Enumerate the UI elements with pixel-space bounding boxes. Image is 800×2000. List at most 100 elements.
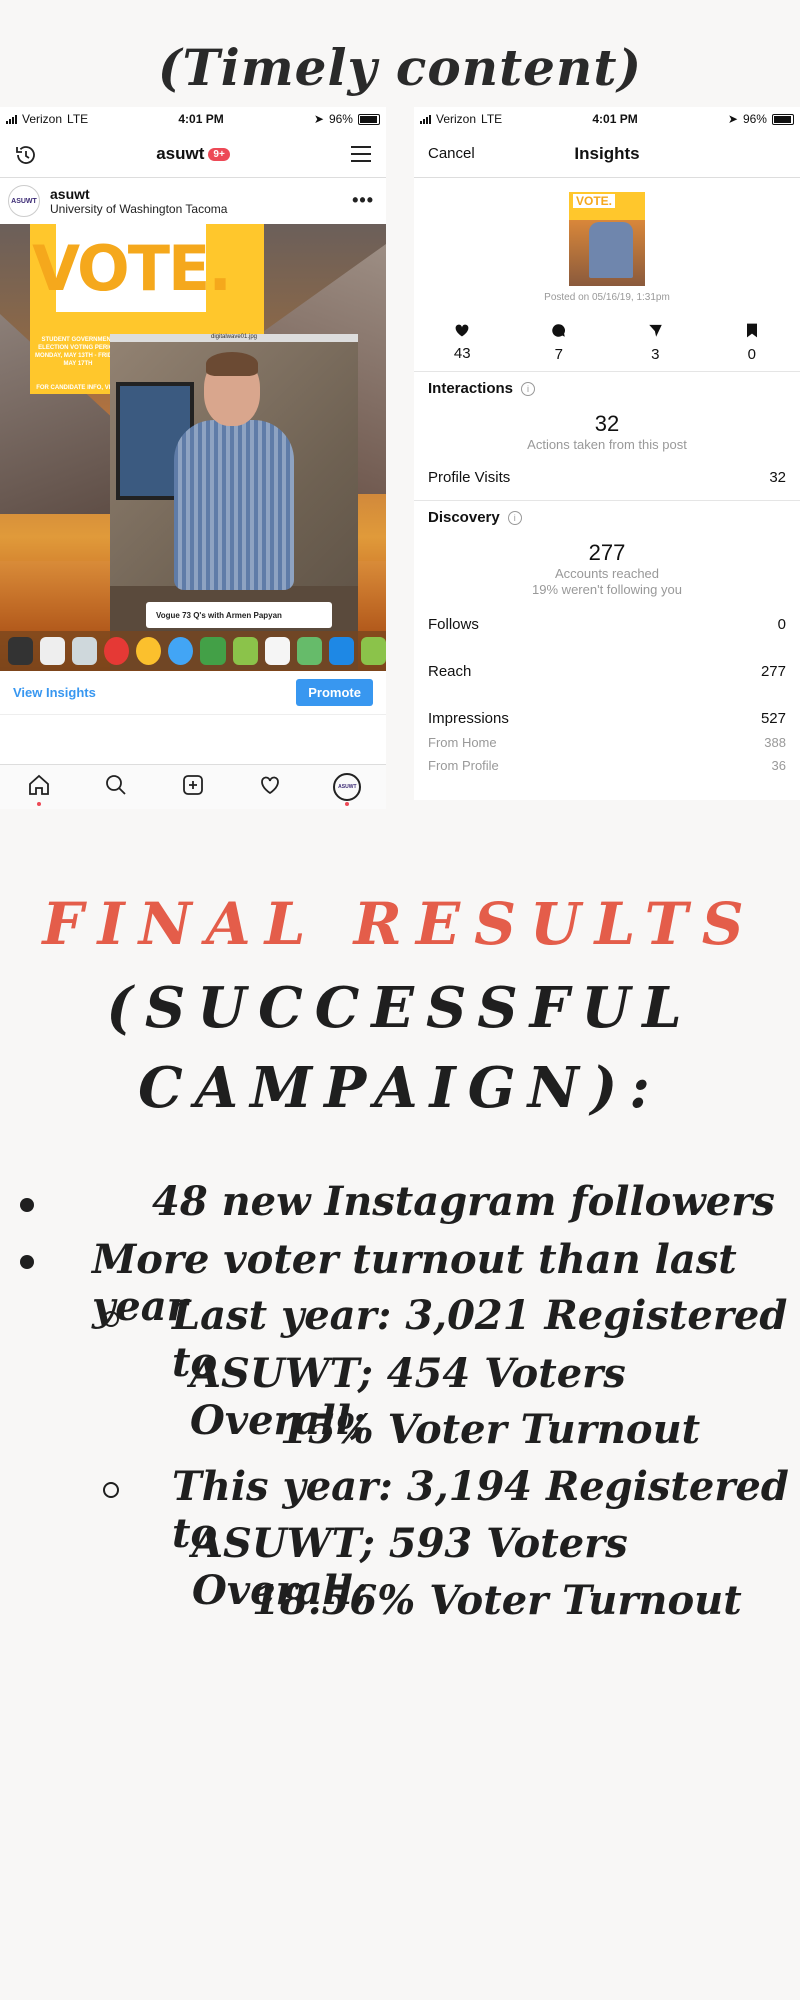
profile-visits-row: Profile Visits 32 xyxy=(428,469,786,486)
home-icon xyxy=(27,773,51,802)
thumbnail-person xyxy=(589,222,633,278)
sub-bullet-circle xyxy=(103,1482,119,1498)
dock-app-icon xyxy=(72,637,98,665)
discovery-heading: Discovery i xyxy=(428,509,786,526)
post-username[interactable]: asuwt xyxy=(50,186,227,202)
reach-value: 277 xyxy=(760,663,786,680)
status-bar: Verizon LTE 4:01 PM ➤ 96% xyxy=(414,107,800,131)
impressions-value: 527 xyxy=(760,710,786,727)
video-window: digitalwave01.jpg Vogue 73 Q's with Arme… xyxy=(110,334,358,670)
profile-visits-value: 32 xyxy=(769,469,786,486)
discovery-title: Discovery xyxy=(428,509,500,526)
reach-label: Reach xyxy=(428,663,472,680)
person-hair xyxy=(206,352,258,376)
shares-count: 3 xyxy=(651,346,660,363)
tab-bar: ASUWT xyxy=(0,764,386,809)
clock: 4:01 PM xyxy=(178,112,224,126)
subtitle-line-2: CAMPAIGN): xyxy=(138,1055,662,1121)
profile-visits-label: Profile Visits xyxy=(428,469,511,486)
reach-row: Reach 277 xyxy=(428,663,786,680)
video-filename: digitalwave01.jpg xyxy=(210,334,258,340)
info-icon[interactable]: i xyxy=(507,510,522,525)
thumbnail-headline: VOTE. xyxy=(573,194,616,208)
person-figure xyxy=(168,352,298,590)
tab-search[interactable] xyxy=(96,772,136,802)
view-insights-link[interactable]: View Insights xyxy=(13,685,96,700)
send-icon xyxy=(648,324,663,342)
network: LTE xyxy=(67,112,89,126)
tab-home[interactable] xyxy=(19,772,59,806)
bullet-followers: 48 new Instagram followers xyxy=(152,1178,775,1225)
activity-dot xyxy=(36,802,41,806)
impressions-row: Impressions 527 xyxy=(428,710,786,727)
video-search-bar: Vogue 73 Q's with Armen Papyan xyxy=(146,602,332,628)
saves-count: 0 xyxy=(747,346,756,363)
posted-date: Posted on 05/16/19, 1:31pm xyxy=(544,292,670,303)
location-icon: ➤ xyxy=(313,112,324,126)
menu-icon[interactable] xyxy=(350,145,372,168)
this-year-line-3: 18.56% Voter Turnout xyxy=(252,1577,742,1624)
interactions-heading: Interactions i xyxy=(428,380,786,397)
from-profile-label: From Profile xyxy=(428,758,499,773)
bookmark-icon xyxy=(746,323,758,342)
more-options-icon[interactable]: ••• xyxy=(352,190,374,211)
dock-app-icon xyxy=(200,637,226,665)
tab-activity[interactable] xyxy=(250,772,290,802)
vote-bubble: VOTE. xyxy=(32,224,232,312)
not-following-caption: 19% weren't following you xyxy=(532,582,682,597)
from-profile-value: 36 xyxy=(771,758,786,773)
dock-app-icon xyxy=(264,637,290,665)
sub-bullet-circle xyxy=(103,1311,119,1327)
follows-value: 0 xyxy=(777,616,786,633)
promote-button[interactable]: Promote xyxy=(296,679,373,706)
interactions-count: 32 xyxy=(594,411,620,436)
follows-row: Follows 0 xyxy=(428,616,786,633)
carrier: Verizon xyxy=(436,112,477,126)
nav-bar: Cancel Insights xyxy=(414,131,800,178)
profile-title: asuwt 9+ xyxy=(156,144,230,164)
dock-app-icon xyxy=(136,637,162,665)
signal-icon xyxy=(6,114,17,124)
insights-screen: Verizon LTE 4:01 PM ➤ 96% Cancel Insight… xyxy=(414,107,800,800)
stat-shares: 3 xyxy=(625,323,685,363)
post-thumbnail[interactable]: VOTE. xyxy=(569,192,645,286)
add-post-icon xyxy=(181,773,205,802)
battery-icon xyxy=(771,113,794,125)
stat-comments: 7 xyxy=(529,323,589,363)
carrier: Verizon xyxy=(22,112,63,126)
from-home-label: From Home xyxy=(428,735,497,750)
info-icon[interactable]: i xyxy=(521,381,536,396)
instagram-post-screen: Verizon LTE 4:01 PM ➤ 96% asuwt 9+ ASUWT … xyxy=(0,107,386,809)
battery-percent: 96% xyxy=(328,112,353,126)
post-header: ASUWT asuwt University of Washington Tac… xyxy=(0,178,386,224)
heart-icon xyxy=(258,773,282,802)
stat-likes: 43 xyxy=(432,323,492,363)
person-torso xyxy=(174,420,294,590)
post-image[interactable]: VOTE. STUDENT GOVERNMENT ELECTION VOTING… xyxy=(0,224,386,671)
avatar[interactable]: ASUWT xyxy=(8,185,40,217)
stats-row: 43 7 3 0 xyxy=(414,303,800,372)
notification-badge[interactable]: 9+ xyxy=(208,148,230,162)
battery-percent: 96% xyxy=(742,112,767,126)
dock-app-icon xyxy=(232,637,258,665)
profile-username: asuwt xyxy=(156,144,205,163)
post-location[interactable]: University of Washington Tacoma xyxy=(50,202,227,216)
comments-count: 7 xyxy=(554,346,563,363)
insights-title: Insights xyxy=(574,144,640,163)
cancel-button[interactable]: Cancel xyxy=(428,145,475,162)
tab-profile[interactable]: ASUWT xyxy=(327,772,367,806)
post-actions-bar: View Insights Promote xyxy=(0,671,386,715)
tab-add-post[interactable] xyxy=(173,772,213,802)
subtitle-line-1: (SUCCESSFUL xyxy=(106,975,694,1041)
last-year-line-3: 15% Voter Turnout xyxy=(280,1406,701,1453)
activity-dot xyxy=(345,802,350,806)
reach-count: 277 xyxy=(588,540,626,565)
from-profile-row: From Profile 36 xyxy=(428,758,786,773)
dock-app-icon xyxy=(168,637,194,665)
history-icon[interactable] xyxy=(14,143,38,172)
final-results-title: FINAL RESULTS xyxy=(42,890,758,958)
dock-app-icon xyxy=(104,637,130,665)
dock-app-icon xyxy=(328,637,354,665)
interactions-caption: Actions taken from this post xyxy=(527,437,687,452)
from-home-row: From Home 388 xyxy=(428,735,786,750)
